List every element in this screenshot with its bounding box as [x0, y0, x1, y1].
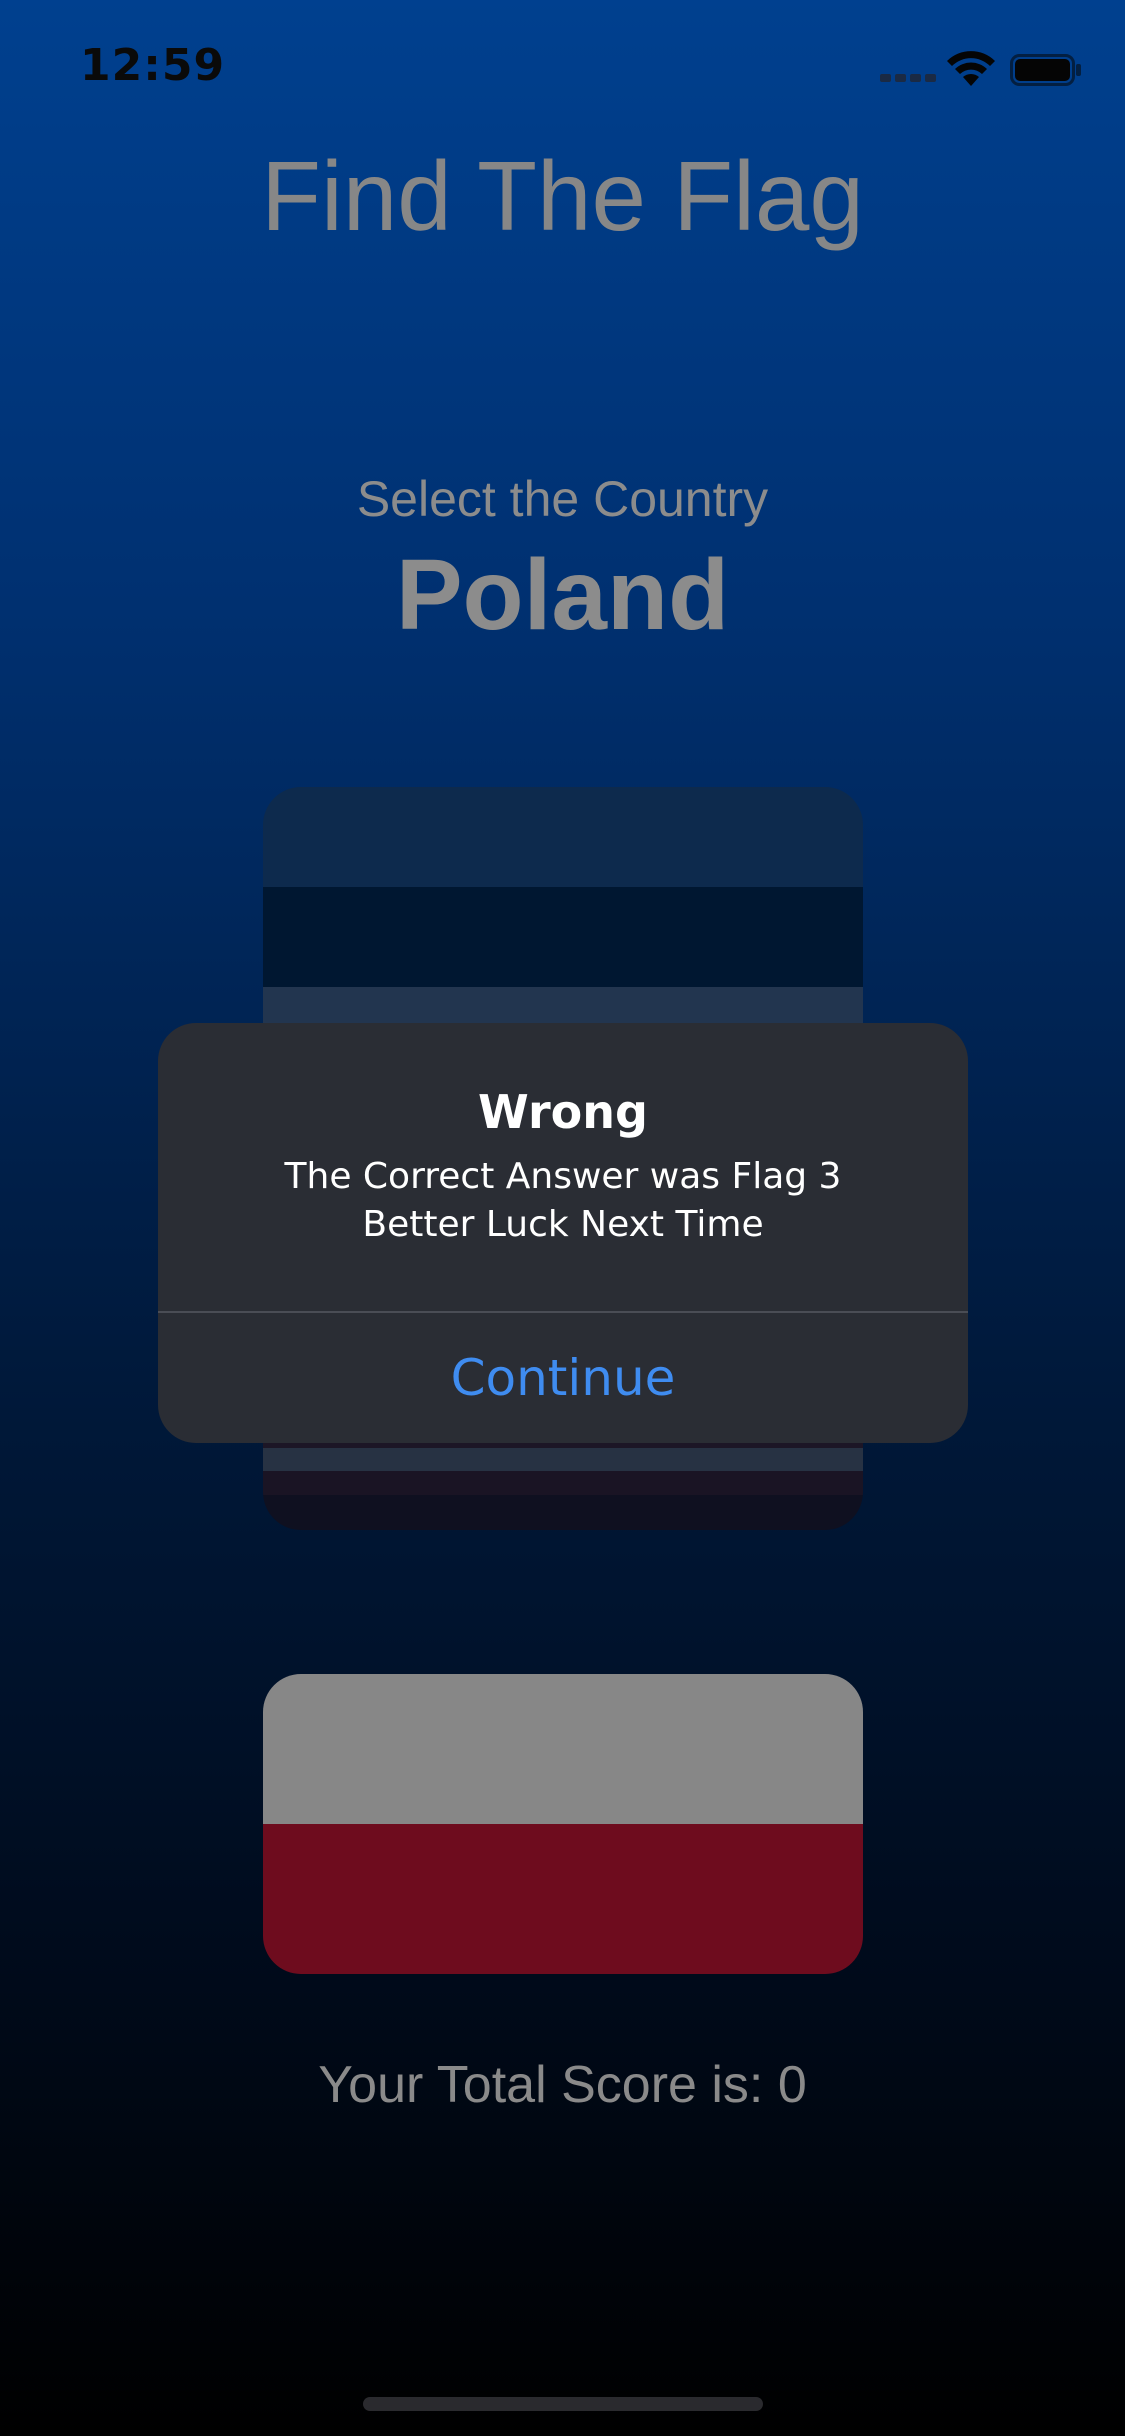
- alert-message: The Correct Answer was Flag 3 Better Luc…: [158, 1153, 968, 1249]
- battery-icon: [1010, 54, 1082, 86]
- status-time: 12:59: [80, 40, 226, 91]
- score-text: Your Total Score is: 0: [318, 2056, 807, 2114]
- flag-button-3[interactable]: [263, 1674, 863, 1974]
- alert-message-line-1: The Correct Answer was Flag 3: [284, 1156, 842, 1197]
- home-indicator[interactable]: [363, 2397, 763, 2411]
- prompt-text: Select the Country: [356, 471, 769, 527]
- continue-button[interactable]: Continue: [158, 1313, 968, 1443]
- alert-message-line-2: Better Luck Next Time: [362, 1204, 764, 1245]
- alert-title: Wrong: [478, 1085, 648, 1139]
- cellular-signal-icon: [880, 74, 936, 82]
- wifi-icon: [946, 50, 996, 88]
- result-alert: Wrong The Correct Answer was Flag 3 Bett…: [158, 1023, 968, 1443]
- app-title: Find The Flag: [261, 141, 864, 251]
- country-name: Poland: [395, 539, 730, 651]
